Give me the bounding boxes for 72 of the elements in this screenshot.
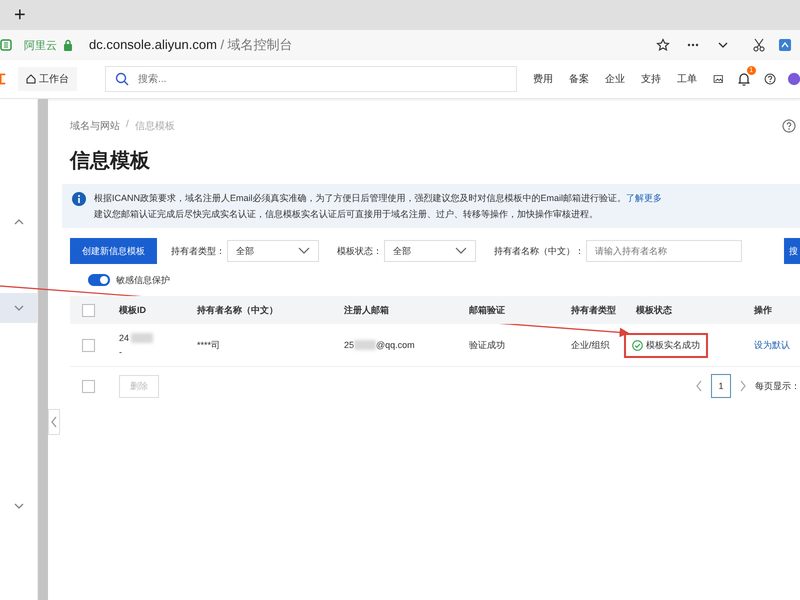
table-cell-text: 24: [119, 332, 130, 345]
image-icon[interactable]: [713, 72, 724, 86]
breadcrumb-separator: /: [126, 119, 129, 132]
search-field[interactable]: 搜索...: [105, 66, 518, 92]
table-cell-text: -: [119, 346, 123, 359]
table-cell: @qq.com: [376, 340, 415, 350]
learn-more-link[interactable]: 了解更多: [626, 193, 662, 203]
filter-label: 模板状态：: [337, 244, 382, 258]
page-button[interactable]: 1: [711, 374, 731, 398]
table-cell: 25: [344, 340, 354, 350]
search-button[interactable]: 搜: [784, 238, 800, 264]
lock-icon: [63, 39, 73, 51]
notice-text: 建议您邮箱认证完成后尽快完成实名认证，信息模板实名认证后可直接用于域名注册、过户、转移等操作，加快操作审核进程。: [94, 208, 599, 221]
bell-icon[interactable]: [736, 71, 752, 87]
table-cell-text: 验证成功: [469, 338, 506, 352]
chevron-down-icon: [455, 247, 467, 255]
nav-link[interactable]: 企业: [605, 72, 626, 86]
nav-link[interactable]: 工单: [677, 72, 698, 86]
redaction-blur: [131, 333, 154, 343]
filter-label: 持有者名称（中文）：: [494, 244, 584, 258]
breadcrumb-item: 信息模板: [134, 120, 175, 133]
checkbox[interactable]: [82, 338, 95, 352]
check-circle-icon: [632, 340, 643, 350]
table-cell-text: 企业/组织: [571, 338, 611, 352]
column-header: 模板状态: [636, 304, 673, 316]
scissors-icon[interactable]: [752, 38, 766, 52]
column-header: 持有者名称（中文）: [197, 304, 279, 316]
nav-link[interactable]: 备案: [569, 72, 590, 86]
redaction-blur: [354, 340, 376, 350]
chevron-left-icon: [50, 416, 58, 428]
new-tab-button[interactable]: +: [10, 5, 30, 25]
collapse-button[interactable]: [48, 409, 60, 435]
notice-text: 根据ICANN政策要求，域名注册人Email必须真实准确，为了方便日后管理使用，强烈建议您及时对信息模板中的Email邮箱进行验证。: [94, 193, 626, 203]
help-icon[interactable]: [782, 119, 796, 133]
info-icon: [72, 192, 86, 206]
set-default-link[interactable]: 设为默认: [754, 340, 790, 350]
column-header: 邮箱验证: [469, 304, 506, 316]
extension-icon[interactable]: [778, 38, 792, 52]
url-text: dc.console.aliyun.com / 域名控制台: [89, 36, 293, 54]
create-template-button[interactable]: 创建新信息模板: [70, 238, 157, 264]
column-header: 持有者类型: [571, 304, 617, 316]
avatar-icon[interactable]: [788, 71, 800, 87]
checkbox[interactable]: [82, 380, 95, 392]
filter-input[interactable]: 请输入持有者名称: [586, 240, 742, 262]
column-header: 操作: [754, 304, 773, 316]
page-title: 信息模板: [70, 149, 151, 174]
status-label: 模板实名成功: [624, 332, 708, 358]
cloud-logo-icon: [0, 39, 12, 51]
search-icon: [115, 72, 130, 86]
home-button[interactable]: 工作台: [18, 67, 78, 91]
chevron-right-icon[interactable]: [739, 380, 747, 392]
filter-select[interactable]: 全部: [227, 240, 319, 262]
column-header: 注册人邮箱: [344, 304, 390, 316]
page-size-label: 每页显示：: [755, 380, 800, 392]
site-name: 阿里云: [24, 38, 57, 52]
switch-label: 敏感信息保护: [116, 274, 170, 286]
help-icon[interactable]: [764, 71, 776, 87]
privacy-switch[interactable]: [88, 274, 110, 286]
filter-select[interactable]: 全部: [384, 240, 476, 262]
checkbox[interactable]: [82, 304, 95, 316]
logo-icon: [0, 71, 6, 87]
star-icon[interactable]: [656, 38, 670, 52]
column-header: 模板ID: [119, 304, 147, 316]
chevron-down-icon: [298, 247, 310, 255]
chevron-left-icon[interactable]: [695, 380, 703, 392]
filter-label: 持有者类型：: [171, 244, 225, 258]
nav-link[interactable]: 支持: [641, 72, 662, 86]
table-cell-text: ****司: [197, 338, 222, 352]
breadcrumb-item[interactable]: 域名与网站: [70, 119, 120, 133]
home-icon: [26, 74, 36, 84]
scrollbar[interactable]: [38, 99, 48, 600]
nav-link[interactable]: 费用: [533, 72, 554, 86]
